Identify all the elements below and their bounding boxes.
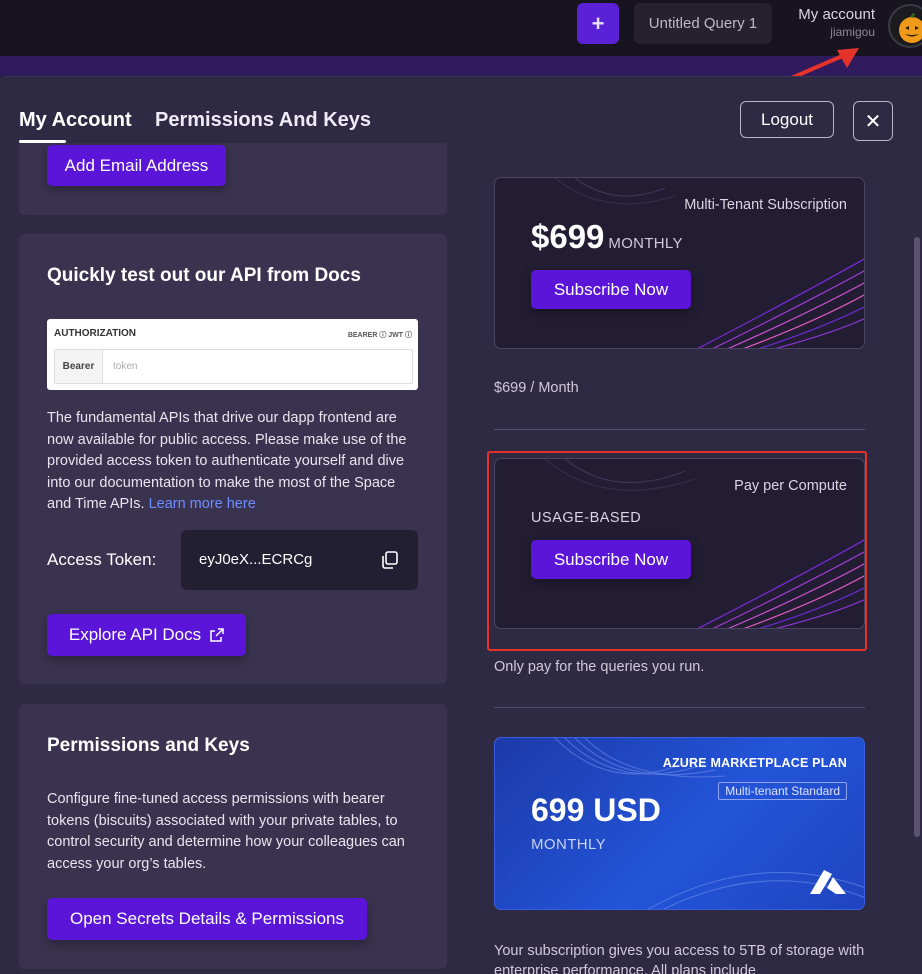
permissions-description: Configure fine-tuned access permissions … [47,791,405,872]
divider [494,707,865,708]
api-card-title: Quickly test out our API from Docs [47,265,361,286]
new-query-button[interactable]: + [577,3,619,44]
azure-plan-period: MONTHLY [531,836,607,853]
auth-bearer-label: Bearer [55,350,103,383]
explore-api-docs-label: Explore API Docs [68,625,202,644]
api-description: The fundamental APIs that drive our dapp… [47,408,422,516]
plan-tag: Pay per Compute [734,478,847,494]
scrollbar[interactable] [914,237,920,837]
external-link-icon [210,628,224,642]
plan-azure-marketplace[interactable]: AZURE MARKETPLACE PLAN Multi-tenant Stan… [494,737,865,910]
query-tab[interactable]: Untitled Query 1 [634,3,772,44]
add-email-button[interactable]: Add Email Address [47,145,226,186]
access-token-label: Access Token: [47,550,157,569]
access-token-field: eyJ0eX...ECRCg [181,530,418,590]
open-secrets-button[interactable]: Open Secrets Details & Permissions [47,898,367,940]
account-modal: My Account Permissions And Keys Logout ✕… [0,76,922,974]
plan-price-value: $699 [531,218,605,255]
tab-permissions-and-keys[interactable]: Permissions And Keys [155,109,371,132]
subscribe-multi-tenant-button[interactable]: Subscribe Now [531,270,691,309]
email-card: Add Email Address [19,143,447,215]
plan-period: MONTHLY [608,235,683,252]
subscription-info-text: Your subscription gives you access to 5T… [494,943,865,974]
azure-logo-icon [810,870,846,894]
access-token-value: eyJ0eX...ECRCg [199,551,313,568]
api-card: Quickly test out our API from Docs AUTHO… [19,234,447,684]
plan-usage-based: Pay per Compute USAGE-BASED Subscribe No… [494,458,865,629]
account-title: My account [798,6,875,23]
copy-icon[interactable] [380,550,400,570]
plan-label: USAGE-BASED [531,510,642,526]
divider [494,429,865,430]
close-icon[interactable]: ✕ [853,101,893,141]
azure-plan-tag: AZURE MARKETPLACE PLAN [662,756,847,770]
auth-token-placeholder: token [113,361,138,372]
subscribe-usage-button[interactable]: Subscribe Now [531,540,691,579]
plan-tag: Multi-Tenant Subscription [684,197,847,213]
permissions-card-title: Permissions and Keys [47,735,250,756]
plan-multi-tenant: Multi-Tenant Subscription $699 MONTHLY Su… [494,177,865,349]
permissions-card: Permissions and Keys Configure fine-tune… [19,704,447,969]
plan-multi-tenant-caption: $699 / Month [494,380,579,396]
pumpkin-avatar-icon [899,13,922,43]
plan-usage-caption: Only pay for the queries you run. [494,659,705,675]
tab-my-account[interactable]: My Account [19,109,132,132]
auth-options: BEARER ⓘ JWT ⓘ [347,332,412,339]
auth-field: Bearer token [54,349,413,384]
auth-heading: AUTHORIZATION [54,328,137,339]
explore-api-docs-button[interactable]: Explore API Docs [47,614,246,656]
avatar[interactable] [888,4,922,48]
plan-price: $699 MONTHLY [531,218,683,256]
account-username: jiamigou [830,25,875,39]
azure-plan-price: 699 USD [531,792,661,828]
learn-more-link[interactable]: Learn more here [149,496,256,512]
logout-button[interactable]: Logout [740,101,834,138]
azure-plan-subtag: Multi-tenant Standard [718,782,847,800]
authorization-preview-image: AUTHORIZATION BEARER ⓘ JWT ⓘ Bearer toke… [47,319,418,390]
account-menu[interactable]: My account jiamigou [798,6,875,39]
